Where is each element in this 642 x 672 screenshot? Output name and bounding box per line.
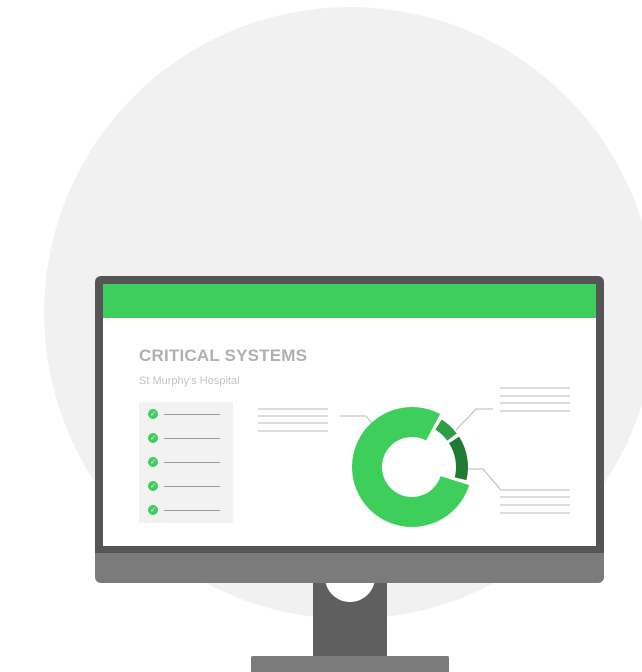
left-text-block — [258, 408, 328, 432]
donut-segment-2 — [448, 436, 468, 481]
top-right-text-block — [500, 387, 570, 412]
donut-segment-0 — [352, 407, 470, 527]
donut-segment-1 — [435, 419, 457, 441]
bottom-right-text-block — [500, 489, 570, 514]
illustration: CRITICAL SYSTEMS St Murphy's Hospital ✓ … — [0, 0, 642, 672]
donut-chart-graphic — [258, 387, 570, 527]
donut-chart — [352, 407, 470, 527]
